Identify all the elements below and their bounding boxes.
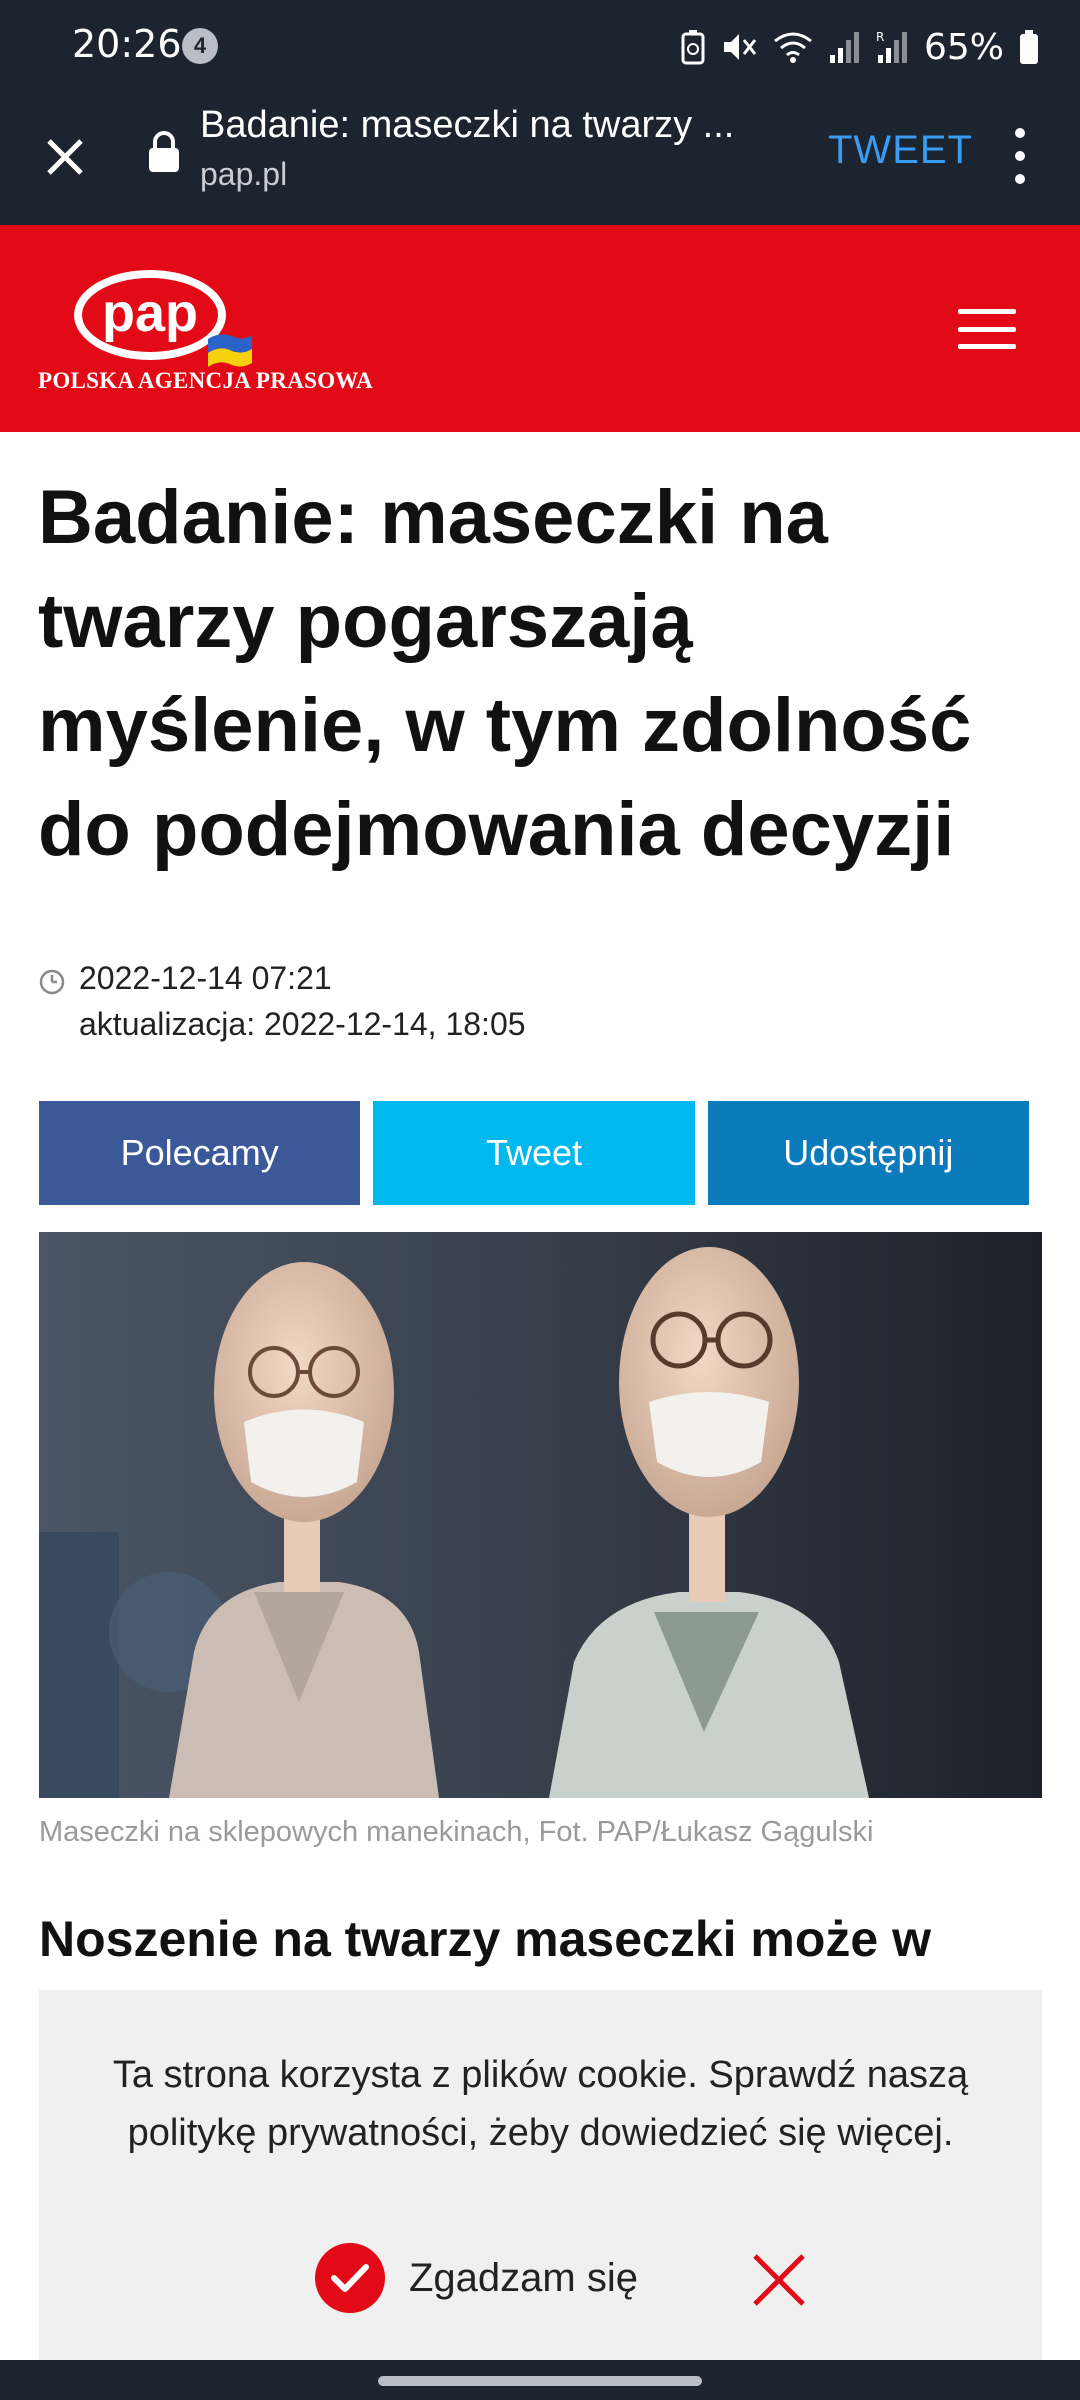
hamburger-line — [958, 326, 1016, 332]
tweet-button[interactable]: TWEET — [828, 128, 973, 173]
cookie-accept-label: Zgadzam się — [409, 2255, 638, 2300]
battery-saver-icon — [681, 30, 705, 65]
page-title[interactable]: Badanie: maseczki na twarzy ... — [200, 104, 734, 147]
lock-icon — [149, 131, 179, 172]
logo-tagline: POLSKA AGENCJA PRASOWA — [38, 368, 374, 393]
overflow-menu-button[interactable] — [1000, 124, 1040, 188]
status-icons: R 65% — [680, 22, 1040, 72]
site-header: pap POLSKA AGENCJA PRASOWA — [0, 225, 1080, 432]
menu-dot-icon — [1015, 128, 1025, 138]
cookie-banner: Ta strona korzysta z plików cookie. Spra… — [39, 1990, 1042, 2360]
close-icon — [47, 139, 83, 175]
hamburger-line — [958, 344, 1016, 349]
close-icon[interactable] — [749, 2250, 809, 2310]
hamburger-line — [958, 309, 1016, 314]
signal-icon — [829, 32, 859, 63]
menu-dot-icon — [1015, 174, 1025, 184]
clock-icon — [39, 969, 65, 995]
page-url[interactable]: pap.pl — [200, 156, 287, 193]
status-time: 20:26 — [72, 22, 182, 66]
browser-toolbar: Badanie: maseczki na twarzy ... pap.pl T… — [0, 92, 1080, 225]
home-gesture-handle[interactable] — [378, 2376, 702, 2386]
article-lead: Noszenie na twarzy maseczki może w — [39, 1911, 932, 1967]
photo-caption: Maseczki na sklepowych manekinach, Fot. … — [39, 1816, 874, 1848]
wifi-icon — [774, 32, 812, 63]
svg-text:R: R — [876, 30, 884, 44]
roaming-signal-icon: R — [876, 30, 907, 63]
linkedin-share-button[interactable]: Udostępnij — [707, 1101, 1029, 1205]
status-bar: 20:26 4 R 65% — [0, 0, 1080, 92]
update-date: aktualizacja: 2022-12-14, 18:05 — [79, 1006, 526, 1042]
menu-dot-icon — [1015, 151, 1025, 161]
battery-icon — [1020, 30, 1038, 64]
checkmark-icon — [315, 2243, 385, 2313]
publish-date: 2022-12-14 07:21 — [79, 960, 332, 996]
facebook-recommend-button[interactable]: Polecamy — [39, 1101, 361, 1205]
twitter-tweet-button[interactable]: Tweet — [373, 1101, 695, 1205]
article-photo[interactable] — [39, 1232, 1042, 1798]
cookie-text: Ta strona korzysta z plików cookie. Spra… — [112, 2054, 969, 2154]
mute-icon — [723, 34, 757, 60]
cookie-accept-button[interactable]: Zgadzam się — [315, 2242, 638, 2314]
share-buttons: Polecamy Tweet Udostępnij — [39, 1101, 1029, 1205]
logo-text: pap — [102, 283, 198, 343]
hamburger-menu-button[interactable] — [958, 309, 1016, 349]
close-button[interactable] — [30, 122, 100, 192]
article-headline: Badanie: maseczki na twarzy pogarszają m… — [38, 475, 972, 872]
notification-count-badge: 4 — [182, 28, 218, 64]
battery-percent: 65% — [923, 26, 1004, 68]
system-navigation-bar — [0, 2360, 1080, 2400]
